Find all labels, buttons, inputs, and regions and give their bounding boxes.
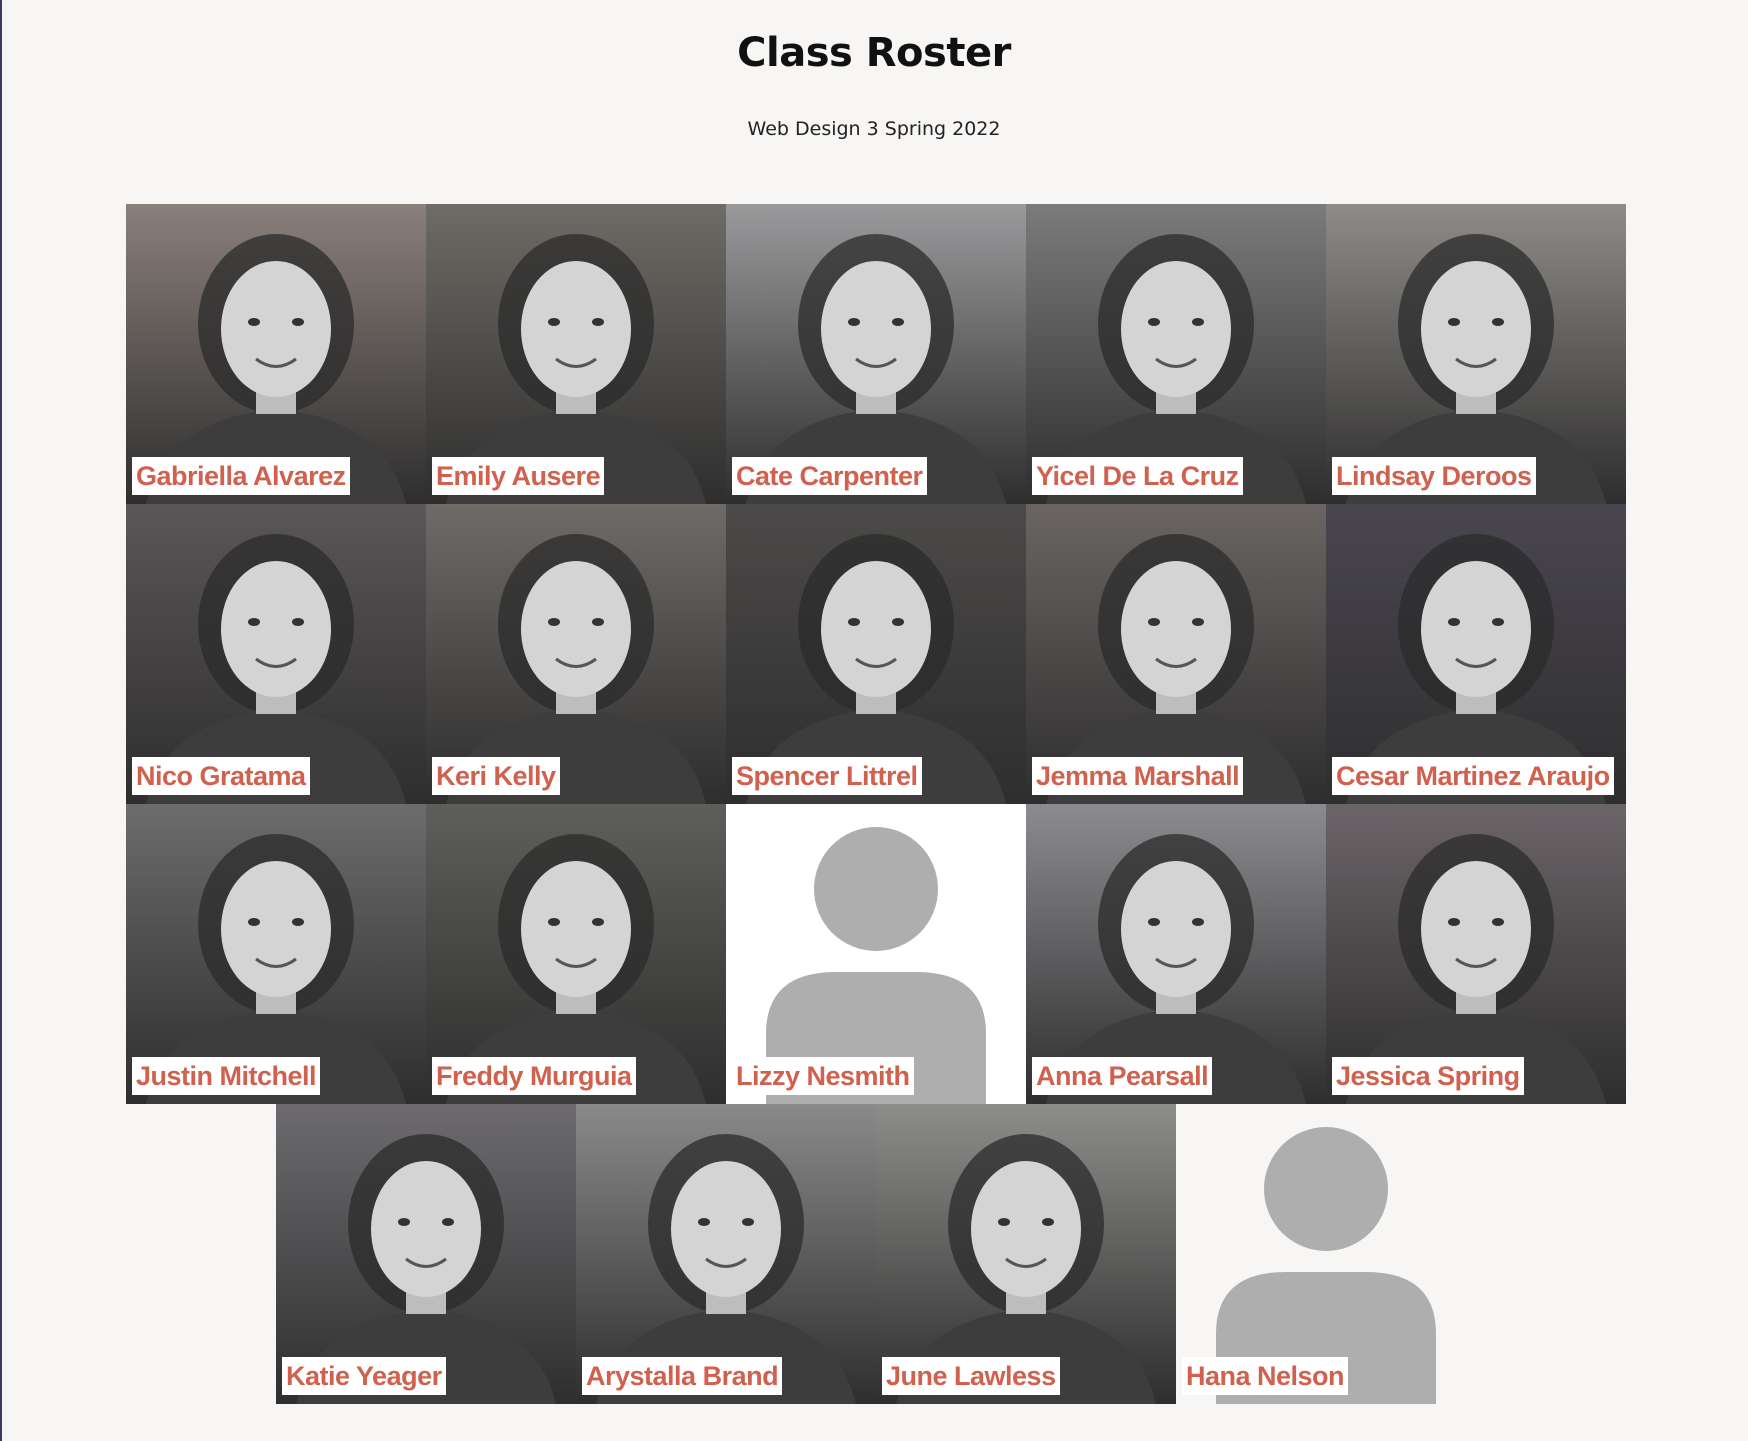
student-card[interactable]: Lindsay Deroos (1326, 204, 1626, 504)
student-name: Hana Nelson (1182, 1357, 1349, 1395)
roster-row: Justin Mitchell Freddy Murguia Lizzy Nes… (126, 804, 1626, 1104)
student-name: Keri Kelly (432, 757, 560, 795)
student-card[interactable]: June Lawless (876, 1104, 1176, 1404)
student-card[interactable]: Arystalla Brand (576, 1104, 876, 1404)
window-edge (0, 0, 2, 1441)
page-title: Class Roster (737, 30, 1011, 76)
page-subtitle: Web Design 3 Spring 2022 (747, 118, 1001, 140)
student-card[interactable]: Yicel De La Cruz (1026, 204, 1326, 504)
roster-row: Katie Yeager Arystalla Brand June Lawles… (126, 1104, 1626, 1404)
student-card[interactable]: Katie Yeager (276, 1104, 576, 1404)
student-card[interactable]: Jessica Spring (1326, 804, 1626, 1104)
student-name: Lizzy Nesmith (732, 1057, 914, 1095)
student-card[interactable]: Jemma Marshall (1026, 504, 1326, 804)
student-name: Freddy Murguia (432, 1057, 636, 1095)
student-name: Spencer Littrel (732, 757, 922, 795)
student-card[interactable]: Lizzy Nesmith (726, 804, 1026, 1104)
student-name: Anna Pearsall (1032, 1057, 1213, 1095)
student-card[interactable]: Justin Mitchell (126, 804, 426, 1104)
student-card[interactable]: Keri Kelly (426, 504, 726, 804)
student-name: Nico Gratama (132, 757, 310, 795)
student-card[interactable]: Gabriella Alvarez (126, 204, 426, 504)
student-name: Jemma Marshall (1032, 757, 1244, 795)
student-name: Arystalla Brand (582, 1357, 783, 1395)
roster-row: Nico Gratama Keri Kelly Spencer Littrel … (126, 504, 1626, 804)
student-name: Cesar Martinez Araujo (1332, 757, 1614, 795)
student-card[interactable]: Freddy Murguia (426, 804, 726, 1104)
roster-row: Gabriella Alvarez Emily Ausere Cate Carp… (126, 204, 1626, 504)
student-name: Jessica Spring (1332, 1057, 1524, 1095)
student-name: Cate Carpenter (732, 457, 927, 495)
student-card[interactable]: Cesar Martinez Araujo (1326, 504, 1626, 804)
student-name: June Lawless (882, 1357, 1060, 1395)
student-name: Katie Yeager (282, 1357, 446, 1395)
student-card[interactable]: Spencer Littrel (726, 504, 1026, 804)
student-card[interactable]: Emily Ausere (426, 204, 726, 504)
student-name: Emily Ausere (432, 457, 605, 495)
student-card[interactable]: Hana Nelson (1176, 1104, 1476, 1404)
student-name: Yicel De La Cruz (1032, 457, 1243, 495)
student-card[interactable]: Cate Carpenter (726, 204, 1026, 504)
roster-grid: Gabriella Alvarez Emily Ausere Cate Carp… (126, 204, 1626, 1404)
student-name: Lindsay Deroos (1332, 457, 1536, 495)
student-name: Justin Mitchell (132, 1057, 321, 1095)
student-card[interactable]: Anna Pearsall (1026, 804, 1326, 1104)
student-name: Gabriella Alvarez (132, 457, 350, 495)
student-card[interactable]: Nico Gratama (126, 504, 426, 804)
